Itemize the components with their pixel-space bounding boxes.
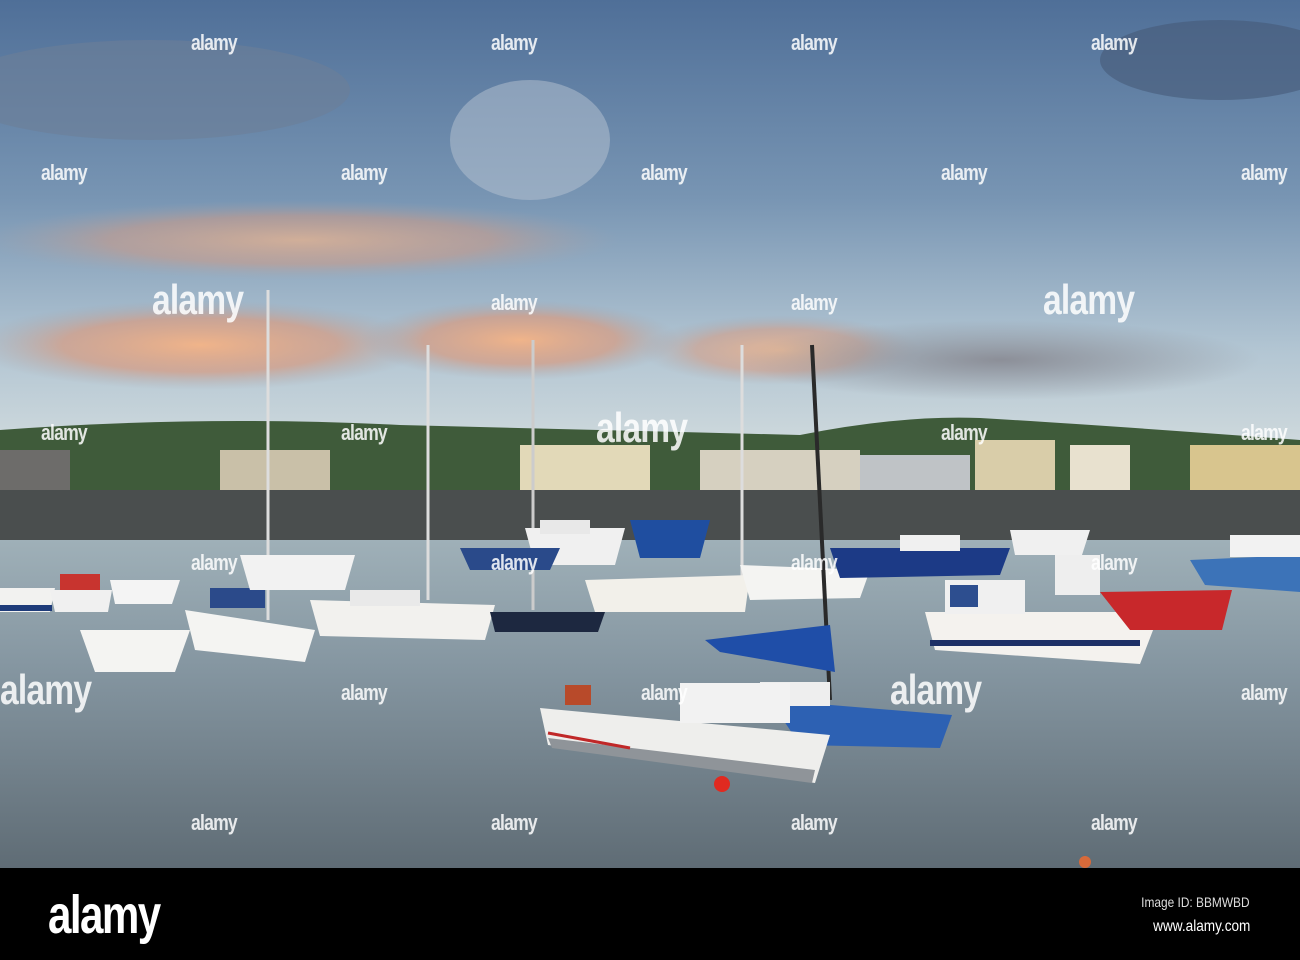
watermark: alamy [341,420,388,445]
watermark: alamy [1091,810,1138,835]
boat [0,588,55,612]
watermark: alamy [191,550,238,575]
watermark: alamy [1241,160,1288,185]
boat [630,520,710,558]
boat [80,630,190,672]
watermark: alamy [491,550,538,575]
watermark-large: alamy [596,404,688,451]
watermark: alamy [791,30,838,55]
watermark: alamy [791,550,838,575]
watermark: alamy [491,290,538,315]
footer-bar: alamy Image ID: BBMWBD www.alamy.com [0,868,1300,960]
watermark: alamy [641,160,688,185]
watermark: alamy [1091,30,1138,55]
watermark: alamy [191,30,238,55]
boat [240,555,355,590]
watermark: alamy [1091,550,1138,575]
watermark: alamy [641,680,688,705]
watermark: alamy [341,680,388,705]
watermark: alamy [41,160,88,185]
boat [110,580,180,604]
watermark: alamy [1241,680,1288,705]
site-url[interactable]: www.alamy.com [1153,918,1250,936]
watermark-large: alamy [1043,276,1135,323]
watermark: alamy [41,420,88,445]
alamy-logo: alamy [48,885,161,945]
harbour-photo: alamy alamy alamy alamy alamy alamy alam… [0,0,1300,868]
watermark: alamy [941,420,988,445]
watermark-large: alamy [890,666,982,713]
watermark-large: alamy [0,666,92,713]
watermark: alamy [191,810,238,835]
image-id: Image ID: BBMWBD [1141,894,1250,910]
watermark: alamy [791,810,838,835]
watermark: alamy [341,160,388,185]
watermark: alamy [491,810,538,835]
watermark: alamy [791,290,838,315]
watermark-large: alamy [152,276,244,323]
watermark: alamy [491,30,538,55]
boat [1010,530,1090,555]
watermark: alamy [941,160,988,185]
watermark: alamy [1241,420,1288,445]
